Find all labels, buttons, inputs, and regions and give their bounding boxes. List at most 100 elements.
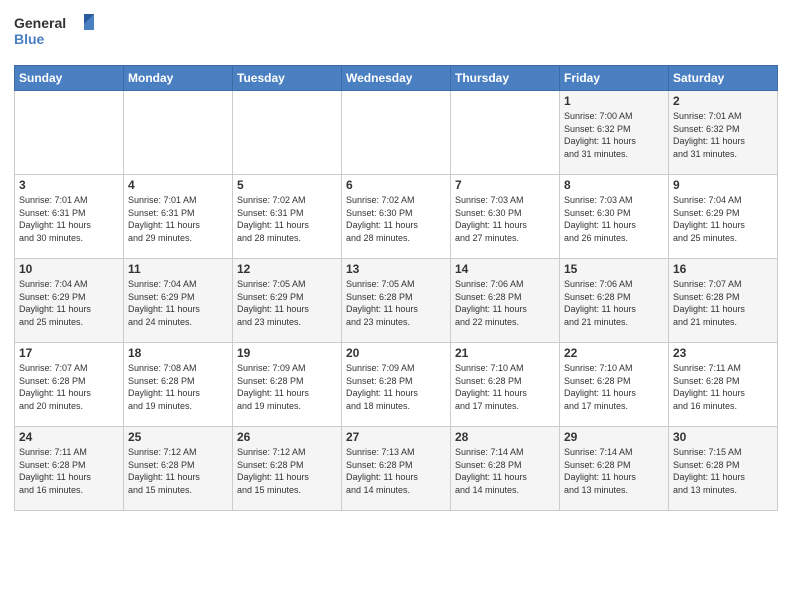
day-number: 18 <box>128 346 228 360</box>
weekday-header-monday: Monday <box>124 66 233 91</box>
logo-area: General Blue <box>14 10 94 59</box>
day-info: Sunrise: 7:03 AM Sunset: 6:30 PM Dayligh… <box>455 194 555 244</box>
day-cell: 29 Sunrise: 7:14 AM Sunset: 6:28 PM Dayli… <box>560 427 669 511</box>
day-number: 1 <box>564 94 664 108</box>
day-number: 24 <box>19 430 119 444</box>
day-number: 30 <box>673 430 773 444</box>
day-number: 7 <box>455 178 555 192</box>
day-info: Sunrise: 7:14 AM Sunset: 6:28 PM Dayligh… <box>455 446 555 496</box>
day-cell: 15 Sunrise: 7:06 AM Sunset: 6:28 PM Dayli… <box>560 259 669 343</box>
weekday-header-wednesday: Wednesday <box>342 66 451 91</box>
day-cell: 12 Sunrise: 7:05 AM Sunset: 6:29 PM Dayli… <box>233 259 342 343</box>
day-info: Sunrise: 7:02 AM Sunset: 6:30 PM Dayligh… <box>346 194 446 244</box>
day-number: 10 <box>19 262 119 276</box>
day-info: Sunrise: 7:11 AM Sunset: 6:28 PM Dayligh… <box>19 446 119 496</box>
day-number: 6 <box>346 178 446 192</box>
day-cell: 4 Sunrise: 7:01 AM Sunset: 6:31 PM Daylig… <box>124 175 233 259</box>
day-cell: 8 Sunrise: 7:03 AM Sunset: 6:30 PM Daylig… <box>560 175 669 259</box>
svg-text:General: General <box>14 15 66 31</box>
day-number: 19 <box>237 346 337 360</box>
day-info: Sunrise: 7:01 AM Sunset: 6:31 PM Dayligh… <box>128 194 228 244</box>
day-cell: 11Sunrise: 7:04 AM Sunset: 6:29 PM Dayli… <box>124 259 233 343</box>
day-cell: 23 Sunrise: 7:11 AM Sunset: 6:28 PM Dayli… <box>669 343 778 427</box>
day-cell: 27 Sunrise: 7:13 AM Sunset: 6:28 PM Dayli… <box>342 427 451 511</box>
day-number: 9 <box>673 178 773 192</box>
day-info: Sunrise: 7:06 AM Sunset: 6:28 PM Dayligh… <box>455 278 555 328</box>
day-cell: 24 Sunrise: 7:11 AM Sunset: 6:28 PM Dayli… <box>15 427 124 511</box>
day-info: Sunrise: 7:13 AM Sunset: 6:28 PM Dayligh… <box>346 446 446 496</box>
weekday-header-sunday: Sunday <box>15 66 124 91</box>
day-number: 8 <box>564 178 664 192</box>
day-number: 28 <box>455 430 555 444</box>
day-info: Sunrise: 7:01 AM Sunset: 6:32 PM Dayligh… <box>673 110 773 160</box>
calendar-body: 1 Sunrise: 7:00 AM Sunset: 6:32 PM Daylig… <box>15 91 778 511</box>
day-number: 29 <box>564 430 664 444</box>
day-cell: 25 Sunrise: 7:12 AM Sunset: 6:28 PM Dayli… <box>124 427 233 511</box>
calendar-table: SundayMondayTuesdayWednesdayThursdayFrid… <box>14 65 778 511</box>
day-info: Sunrise: 7:07 AM Sunset: 6:28 PM Dayligh… <box>673 278 773 328</box>
day-cell: 21 Sunrise: 7:10 AM Sunset: 6:28 PM Dayli… <box>451 343 560 427</box>
day-number: 3 <box>19 178 119 192</box>
day-cell: 2Sunrise: 7:01 AM Sunset: 6:32 PM Daylig… <box>669 91 778 175</box>
day-cell: 19Sunrise: 7:09 AM Sunset: 6:28 PM Dayli… <box>233 343 342 427</box>
day-cell <box>342 91 451 175</box>
day-info: Sunrise: 7:15 AM Sunset: 6:28 PM Dayligh… <box>673 446 773 496</box>
day-number: 25 <box>128 430 228 444</box>
week-row-3: 10Sunrise: 7:04 AM Sunset: 6:29 PM Dayli… <box>15 259 778 343</box>
weekday-header-friday: Friday <box>560 66 669 91</box>
week-row-5: 24 Sunrise: 7:11 AM Sunset: 6:28 PM Dayli… <box>15 427 778 511</box>
day-info: Sunrise: 7:09 AM Sunset: 6:28 PM Dayligh… <box>346 362 446 412</box>
logo: General Blue <box>14 10 94 59</box>
day-number: 20 <box>346 346 446 360</box>
day-cell: 3 Sunrise: 7:01 AM Sunset: 6:31 PM Daylig… <box>15 175 124 259</box>
day-number: 4 <box>128 178 228 192</box>
day-cell: 20 Sunrise: 7:09 AM Sunset: 6:28 PM Dayli… <box>342 343 451 427</box>
day-number: 12 <box>237 262 337 276</box>
week-row-4: 17 Sunrise: 7:07 AM Sunset: 6:28 PM Dayli… <box>15 343 778 427</box>
day-number: 13 <box>346 262 446 276</box>
day-info: Sunrise: 7:00 AM Sunset: 6:32 PM Dayligh… <box>564 110 664 160</box>
day-info: Sunrise: 7:06 AM Sunset: 6:28 PM Dayligh… <box>564 278 664 328</box>
day-info: Sunrise: 7:10 AM Sunset: 6:28 PM Dayligh… <box>564 362 664 412</box>
day-cell <box>124 91 233 175</box>
day-info: Sunrise: 7:08 AM Sunset: 6:28 PM Dayligh… <box>128 362 228 412</box>
day-info: Sunrise: 7:07 AM Sunset: 6:28 PM Dayligh… <box>19 362 119 412</box>
day-info: Sunrise: 7:14 AM Sunset: 6:28 PM Dayligh… <box>564 446 664 496</box>
day-info: Sunrise: 7:11 AM Sunset: 6:28 PM Dayligh… <box>673 362 773 412</box>
day-cell: 5Sunrise: 7:02 AM Sunset: 6:31 PM Daylig… <box>233 175 342 259</box>
day-cell: 22 Sunrise: 7:10 AM Sunset: 6:28 PM Dayli… <box>560 343 669 427</box>
day-info: Sunrise: 7:05 AM Sunset: 6:28 PM Dayligh… <box>346 278 446 328</box>
day-number: 11 <box>128 262 228 276</box>
day-info: Sunrise: 7:01 AM Sunset: 6:31 PM Dayligh… <box>19 194 119 244</box>
day-number: 23 <box>673 346 773 360</box>
day-info: Sunrise: 7:10 AM Sunset: 6:28 PM Dayligh… <box>455 362 555 412</box>
day-info: Sunrise: 7:12 AM Sunset: 6:28 PM Dayligh… <box>128 446 228 496</box>
day-cell: 9 Sunrise: 7:04 AM Sunset: 6:29 PM Daylig… <box>669 175 778 259</box>
day-number: 22 <box>564 346 664 360</box>
day-cell <box>15 91 124 175</box>
day-number: 17 <box>19 346 119 360</box>
day-number: 15 <box>564 262 664 276</box>
day-cell: 18 Sunrise: 7:08 AM Sunset: 6:28 PM Dayli… <box>124 343 233 427</box>
weekday-header-tuesday: Tuesday <box>233 66 342 91</box>
day-info: Sunrise: 7:02 AM Sunset: 6:31 PM Dayligh… <box>237 194 337 244</box>
day-cell: 6 Sunrise: 7:02 AM Sunset: 6:30 PM Daylig… <box>342 175 451 259</box>
day-info: Sunrise: 7:05 AM Sunset: 6:29 PM Dayligh… <box>237 278 337 328</box>
weekday-row: SundayMondayTuesdayWednesdayThursdayFrid… <box>15 66 778 91</box>
day-cell: 17 Sunrise: 7:07 AM Sunset: 6:28 PM Dayli… <box>15 343 124 427</box>
svg-text:Blue: Blue <box>14 31 45 47</box>
day-cell: 10Sunrise: 7:04 AM Sunset: 6:29 PM Dayli… <box>15 259 124 343</box>
day-info: Sunrise: 7:04 AM Sunset: 6:29 PM Dayligh… <box>673 194 773 244</box>
day-cell: 26Sunrise: 7:12 AM Sunset: 6:28 PM Dayli… <box>233 427 342 511</box>
week-row-1: 1 Sunrise: 7:00 AM Sunset: 6:32 PM Daylig… <box>15 91 778 175</box>
day-cell: 13 Sunrise: 7:05 AM Sunset: 6:28 PM Dayli… <box>342 259 451 343</box>
day-number: 21 <box>455 346 555 360</box>
day-cell: 1 Sunrise: 7:00 AM Sunset: 6:32 PM Daylig… <box>560 91 669 175</box>
day-cell: 30 Sunrise: 7:15 AM Sunset: 6:28 PM Dayli… <box>669 427 778 511</box>
day-number: 16 <box>673 262 773 276</box>
day-number: 27 <box>346 430 446 444</box>
day-number: 14 <box>455 262 555 276</box>
weekday-header-thursday: Thursday <box>451 66 560 91</box>
day-info: Sunrise: 7:03 AM Sunset: 6:30 PM Dayligh… <box>564 194 664 244</box>
day-number: 26 <box>237 430 337 444</box>
